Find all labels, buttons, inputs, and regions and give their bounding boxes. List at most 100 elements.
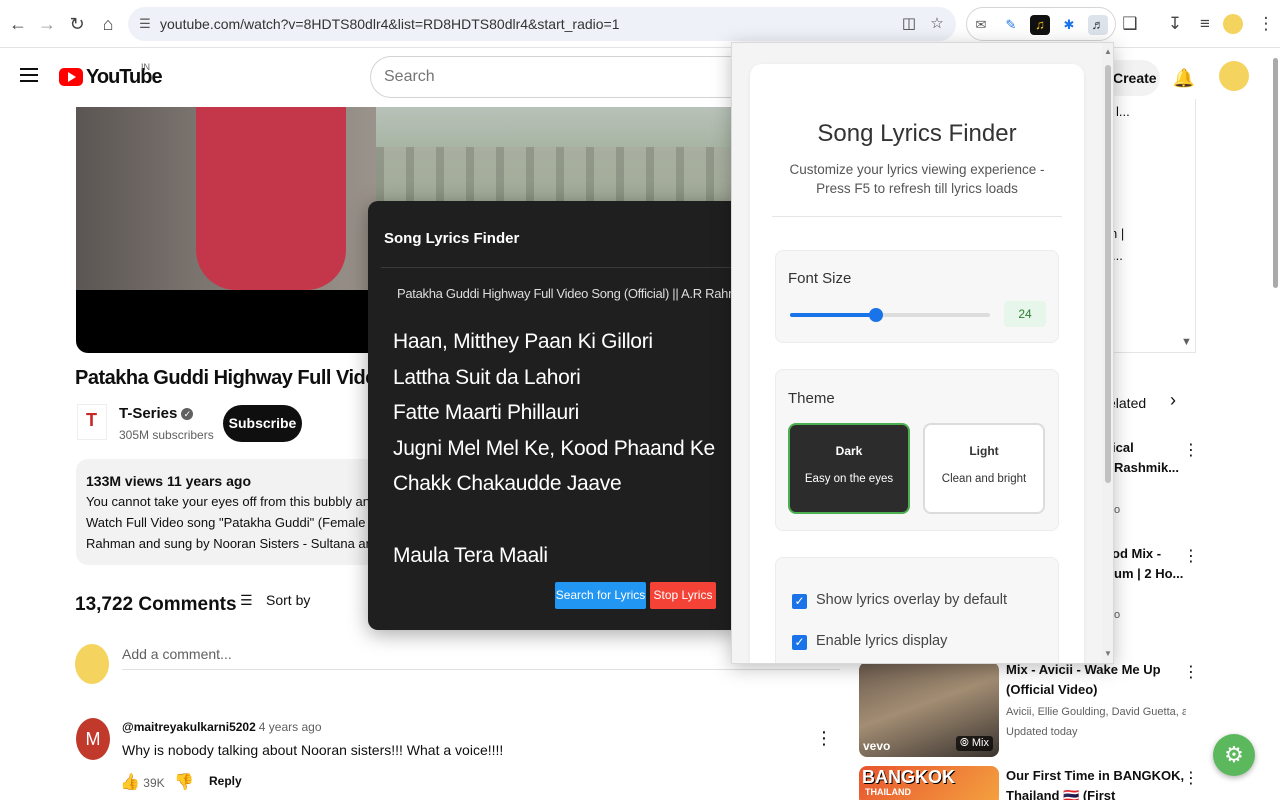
more-icon[interactable]: ⋮ — [1183, 662, 1199, 682]
scroll-thumb[interactable] — [1105, 65, 1111, 483]
related-title-fragment[interactable]: Rashmik... — [1114, 460, 1179, 475]
popup-subtitle: Customize your lyrics viewing experience… — [789, 162, 1045, 196]
home-icon[interactable]: ⌂ — [96, 12, 120, 36]
extensions-icon[interactable]: ❑ — [1118, 12, 1142, 36]
chevron-down-icon[interactable]: ▼ — [1181, 336, 1192, 348]
install-icon[interactable]: ◫ — [900, 15, 918, 33]
lyric-line: Maula Tera Maali — [393, 544, 548, 567]
forward-icon[interactable]: → — [35, 12, 59, 36]
theme-desc: Clean and bright — [941, 473, 1027, 485]
related-thumbnail[interactable]: BANGKOK THAILAND — [859, 766, 999, 800]
hamburger-icon[interactable] — [20, 68, 38, 84]
subscriber-count: 305M subscribers — [119, 428, 214, 442]
youtube-play-icon — [59, 68, 83, 86]
more-icon[interactable]: ⋮ — [1183, 440, 1199, 460]
search-box[interactable] — [370, 56, 750, 98]
sort-icon: ☰ — [240, 592, 253, 608]
popup-scrollbar[interactable]: ▲ ▼ — [1102, 43, 1113, 663]
related-title[interactable]: Our First Time in BANGKOK, Thailand 🇹🇭 (… — [1006, 766, 1186, 800]
lyrics-ext-icon[interactable]: ♬ — [1088, 15, 1108, 35]
mix-badge: ⦾ Mix — [956, 736, 993, 751]
avatar[interactable] — [1219, 61, 1249, 91]
puzzle-icon[interactable]: ✱ — [1059, 15, 1079, 35]
description-box[interactable]: 133M views 11 years ago You cannot take … — [76, 459, 376, 565]
views-time: 133M views 11 years ago — [86, 473, 251, 489]
sort-by-button[interactable]: ☰ Sort by — [240, 592, 310, 609]
more-icon[interactable]: ⋮ — [815, 728, 833, 749]
back-icon[interactable]: ← — [6, 12, 30, 36]
profile-icon[interactable] — [1223, 14, 1243, 34]
options-section: ✓ Show lyrics overlay by default ✓ Enabl… — [775, 557, 1059, 663]
theme-section: Theme Dark Easy on the eyes Light Clean … — [775, 369, 1059, 531]
lyric-line: Haan, Mitthey Paan Ki Gillori — [393, 330, 653, 353]
dislike-icon[interactable]: 👎 — [174, 774, 194, 791]
browser-toolbar: ← → ↻ ⌂ ☰ youtube.com/watch?v=8HDTS80dlr… — [0, 0, 1280, 48]
show-overlay-checkbox[interactable]: ✓ — [792, 594, 807, 609]
related-thumbnail[interactable]: vevo ⦾ Mix — [859, 662, 999, 757]
avatar — [75, 644, 109, 684]
description-line: You cannot take your eyes off from this … — [86, 494, 376, 509]
pen-icon[interactable]: ✎ — [1001, 15, 1021, 35]
media-icon[interactable]: ≡ — [1193, 12, 1217, 36]
url-text[interactable]: youtube.com/watch?v=8HDTS80dlr4&list=RD8… — [160, 16, 620, 32]
video-title: Patakha Guddi Highway Full Video Song — [75, 367, 375, 389]
mail-icon[interactable]: ✉ — [971, 15, 991, 35]
playlist-fragment: l... — [1116, 104, 1130, 119]
reply-button[interactable]: Reply — [209, 774, 242, 788]
comment-avatar[interactable]: M — [76, 718, 110, 760]
chevron-right-icon[interactable]: › — [1170, 390, 1176, 411]
related-title[interactable]: Mix - Avicii - Wake Me Up (Official Vide… — [1006, 660, 1186, 700]
related-title-fragment[interactable]: um | 2 Ho... — [1114, 566, 1183, 581]
scroll-up-icon[interactable]: ▲ — [1104, 47, 1112, 56]
like-icon[interactable]: 👍 — [120, 774, 140, 791]
bell-icon[interactable]: 🔔 — [1172, 66, 1196, 90]
radio-icon: ⦾ — [960, 737, 969, 749]
slider-fill — [790, 313, 876, 317]
more-icon[interactable]: ⋮ — [1183, 546, 1199, 566]
extension-icon[interactable]: ♫ — [1030, 15, 1050, 35]
country-code: IN — [141, 62, 150, 72]
channel-avatar[interactable] — [77, 404, 107, 440]
theme-light-option[interactable]: Light Clean and bright — [923, 423, 1045, 514]
stop-lyrics-button[interactable]: Stop Lyrics — [650, 582, 716, 609]
related-sub-fragment: o — [1114, 609, 1121, 621]
download-icon[interactable]: ↧ — [1163, 12, 1187, 36]
lyric-line: Lattha Suit da Lahori — [393, 366, 581, 389]
extension-popup: Song Lyrics Finder Customize your lyrics… — [731, 42, 1114, 664]
comment-author[interactable]: @maitreyakulkarni5202 4 years ago — [122, 720, 322, 734]
font-size-value: 24 — [1004, 301, 1046, 327]
font-size-label: Font Size — [788, 270, 852, 287]
reload-icon[interactable]: ↻ — [65, 12, 89, 36]
overlay-title: Song Lyrics Finder — [384, 230, 520, 247]
enable-lyrics-label[interactable]: Enable lyrics display — [816, 633, 947, 649]
related-title-fragment[interactable]: ical — [1112, 440, 1134, 455]
like-group: 👍 39K 👎 — [120, 774, 194, 791]
channel-name[interactable]: T-Series ✓ — [119, 405, 194, 422]
search-lyrics-button[interactable]: Search for Lyrics — [555, 582, 646, 609]
enable-lyrics-checkbox[interactable]: ✓ — [792, 635, 807, 650]
more-icon[interactable]: ⋮ — [1183, 768, 1199, 788]
search-input[interactable] — [384, 68, 724, 86]
lyric-line: Chakk Chakaudde Jaave — [393, 472, 622, 495]
slider-thumb[interactable] — [869, 308, 883, 322]
star-icon[interactable]: ☆ — [928, 15, 946, 33]
show-overlay-label[interactable]: Show lyrics overlay by default — [816, 592, 1007, 608]
comment-text: Why is nobody talking about Nooran siste… — [122, 742, 504, 758]
related-channel: Avicii, Ellie Goulding, David Guetta, an… — [1006, 706, 1186, 718]
menu-icon[interactable]: ⋮ — [1254, 12, 1278, 36]
subscribe-button[interactable]: Subscribe — [223, 405, 302, 442]
extension-group: ✉ ✎ ♫ ✱ ♬ — [966, 7, 1116, 41]
lyric-line: Jugni Mel Mel Ke, Kood Phaand Ke — [393, 437, 715, 460]
scroll-down-icon[interactable]: ▼ — [1104, 649, 1112, 658]
theme-dark-option[interactable]: Dark Easy on the eyes — [788, 423, 910, 514]
overlay-song-title: Patakha Guddi Highway Full Video Song (O… — [397, 286, 738, 301]
vevo-logo: vevo — [863, 739, 891, 753]
related-title-fragment[interactable]: od Mix - — [1112, 546, 1161, 561]
page-scrollbar[interactable] — [1270, 48, 1280, 800]
verified-icon: ✓ — [181, 408, 194, 420]
site-info-icon[interactable]: ☰ — [136, 15, 154, 33]
gear-icon[interactable]: ⚙ — [1213, 734, 1255, 776]
font-size-slider[interactable] — [790, 308, 990, 322]
divider — [381, 267, 738, 268]
address-bar[interactable]: ☰ youtube.com/watch?v=8HDTS80dlr4&list=R… — [128, 7, 956, 41]
